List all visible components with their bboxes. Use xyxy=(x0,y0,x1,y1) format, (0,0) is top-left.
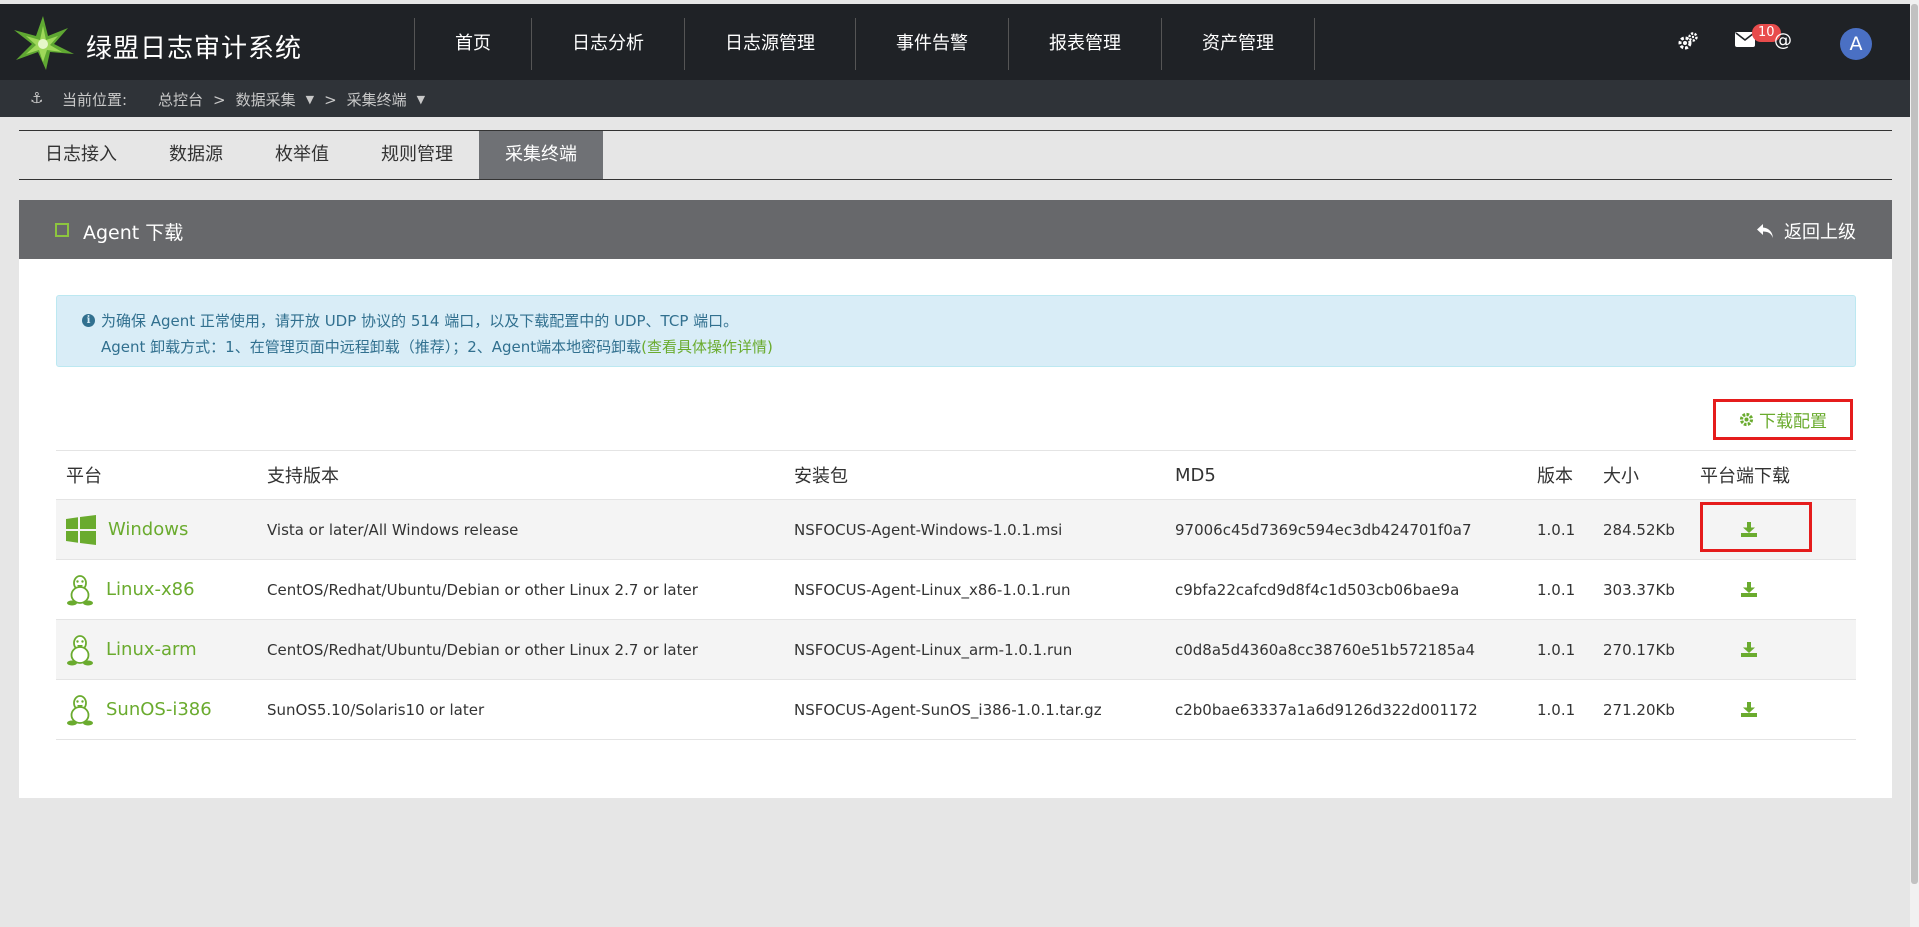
breadcrumb-label: 当前位置: xyxy=(62,91,128,109)
table-row: SunOS-i386 SunOS5.10/Solaris10 or later … xyxy=(56,680,1856,740)
breadcrumb-trail: 总控台 > 数据采集 ▼ > 采集终端 ▼ xyxy=(158,89,425,110)
breadcrumb-item-console[interactable]: 总控台 xyxy=(158,89,203,110)
back-label: 返回上级 xyxy=(1784,222,1856,243)
version-value: 1.0.1 xyxy=(1537,700,1576,719)
md5-value: c0d8a5d4360a8cc38760e51b572185a4 xyxy=(1175,640,1476,659)
version-value: 1.0.1 xyxy=(1537,520,1576,539)
platform-name: Windows xyxy=(108,519,189,540)
header-size: 大小 xyxy=(1603,466,1639,487)
breadcrumb-separator: > xyxy=(213,90,226,109)
size-value: 271.20Kb xyxy=(1603,700,1675,719)
sub-tabs: 日志接入 数据源 枚举值 规则管理 采集终端 xyxy=(19,130,1892,180)
header-package: 安装包 xyxy=(794,466,848,487)
platform-name: Linux-arm xyxy=(106,639,197,660)
gear-icon xyxy=(1739,412,1754,427)
nsfocus-logo-icon xyxy=(14,16,74,70)
platform-name: SunOS-i386 xyxy=(106,699,212,720)
anchor-icon: ⚓ xyxy=(30,89,44,107)
app-title: 绿盟日志审计系统 xyxy=(86,34,303,64)
md5-value: c2b0bae63337a1a6d9126d322d001172 xyxy=(1175,700,1478,719)
info-notice: i 为确保 Agent 正常使用，请开放 UDP 协议的 514 端口，以及下载… xyxy=(56,295,1856,367)
linux-icon xyxy=(67,694,93,725)
download-icon[interactable] xyxy=(1741,702,1757,717)
support-version: SunOS5.10/Solaris10 or later xyxy=(267,700,485,719)
size-value: 303.37Kb xyxy=(1603,580,1675,599)
download-config-button[interactable]: 下载配置 xyxy=(1713,399,1853,440)
breadcrumb-separator: > xyxy=(324,90,337,109)
table-row: Linux-x86 CentOS/Redhat/Ubuntu/Debian or… xyxy=(56,560,1856,620)
header-platform-download: 平台端下载 xyxy=(1700,466,1790,487)
nav-event-alert[interactable]: 事件告警 xyxy=(855,18,1008,70)
nav-log-source[interactable]: 日志源管理 xyxy=(684,18,855,70)
page-scrollbar[interactable] xyxy=(1910,0,1919,927)
nav-asset[interactable]: 资产管理 xyxy=(1161,18,1315,70)
download-config-label: 下载配置 xyxy=(1759,412,1827,432)
windows-icon xyxy=(66,514,96,545)
tab-rule-management[interactable]: 规则管理 xyxy=(355,131,479,179)
version-value: 1.0.1 xyxy=(1537,580,1576,599)
reply-arrow-icon xyxy=(1757,224,1773,238)
panel-title: Agent 下载 xyxy=(83,222,184,244)
panel-header: Agent 下载 返回上级 xyxy=(19,200,1892,259)
nav-report[interactable]: 报表管理 xyxy=(1008,18,1161,70)
breadcrumb: ⚓ 当前位置: 总控台 > 数据采集 ▼ > 采集终端 ▼ xyxy=(0,80,1910,117)
operation-details-link[interactable]: (查看具体操作详情) xyxy=(641,338,773,356)
at-mention-icon[interactable]: @ xyxy=(1774,30,1792,51)
size-value: 270.17Kb xyxy=(1603,640,1675,659)
main-nav: 首页 日志分析 日志源管理 事件告警 报表管理 资产管理 xyxy=(414,18,1315,70)
table-row: Windows Vista or later/All Windows relea… xyxy=(56,500,1856,560)
scrollbar-thumb[interactable] xyxy=(1911,4,1918,884)
header-version: 版本 xyxy=(1537,466,1573,487)
tab-enum-values[interactable]: 枚举值 xyxy=(249,131,355,179)
md5-value: c9bfa22cafcd9d8f4c1d503cb06bae9a xyxy=(1175,580,1460,599)
tab-collection-terminal[interactable]: 采集终端 xyxy=(479,131,603,179)
package-name: NSFOCUS-Agent-Linux_arm-1.0.1.run xyxy=(794,640,1073,659)
header-platform: 平台 xyxy=(66,466,102,487)
caret-down-icon[interactable]: ▼ xyxy=(417,93,425,106)
breadcrumb-item-collection-terminal[interactable]: 采集终端 xyxy=(347,89,407,110)
info-icon: i xyxy=(82,314,95,327)
size-value: 284.52Kb xyxy=(1603,520,1675,539)
back-button[interactable]: 返回上级 xyxy=(1756,218,1856,244)
highlight-box xyxy=(1700,502,1812,552)
header-md5: MD5 xyxy=(1175,464,1216,486)
package-name: NSFOCUS-Agent-Windows-1.0.1.msi xyxy=(794,520,1063,539)
notice-line-1: 为确保 Agent 正常使用，请开放 UDP 协议的 514 端口，以及下载配置… xyxy=(101,312,739,330)
linux-icon xyxy=(67,574,93,605)
user-avatar[interactable]: A xyxy=(1840,28,1872,60)
platform-name: Linux-x86 xyxy=(106,579,195,600)
support-version: CentOS/Redhat/Ubuntu/Debian or other Lin… xyxy=(267,580,698,599)
support-version: CentOS/Redhat/Ubuntu/Debian or other Lin… xyxy=(267,640,698,659)
support-version: Vista or later/All Windows release xyxy=(267,520,519,539)
package-name: NSFOCUS-Agent-Linux_x86-1.0.1.run xyxy=(794,580,1071,599)
caret-down-icon[interactable]: ▼ xyxy=(306,93,314,106)
linux-icon xyxy=(67,634,93,665)
download-icon[interactable] xyxy=(1741,642,1757,657)
settings-gears-icon[interactable] xyxy=(1678,32,1698,50)
header-support-version: 支持版本 xyxy=(267,466,339,487)
agent-download-panel: Agent 下载 返回上级 i 为确保 Agent 正常使用，请开放 UDP 协… xyxy=(19,200,1892,798)
tab-data-source[interactable]: 数据源 xyxy=(143,131,249,179)
nav-home[interactable]: 首页 xyxy=(414,18,531,70)
square-icon xyxy=(55,223,69,237)
version-value: 1.0.1 xyxy=(1537,640,1576,659)
breadcrumb-item-data-collection[interactable]: 数据采集 xyxy=(236,89,296,110)
nav-log-analysis[interactable]: 日志分析 xyxy=(531,18,684,70)
tab-log-access[interactable]: 日志接入 xyxy=(19,131,143,179)
download-icon[interactable] xyxy=(1741,582,1757,597)
package-name: NSFOCUS-Agent-SunOS_i386-1.0.1.tar.gz xyxy=(794,700,1102,719)
md5-value: 97006c45d7369c594ec3db424701f0a7 xyxy=(1175,520,1472,539)
notice-line-2: Agent 卸载方式：1、在管理页面中远程卸载（推荐）；2、Agent端本地密码… xyxy=(101,338,642,356)
table-row: Linux-arm CentOS/Redhat/Ubuntu/Debian or… xyxy=(56,620,1856,680)
top-navbar: 绿盟日志审计系统 首页 日志分析 日志源管理 事件告警 报表管理 资产管理 10… xyxy=(0,4,1910,80)
table-header: 平台 支持版本 安装包 MD5 版本 大小 平台端下载 xyxy=(56,450,1856,500)
agent-table: 平台 支持版本 安装包 MD5 版本 大小 平台端下载 Windows Vist… xyxy=(56,450,1856,740)
